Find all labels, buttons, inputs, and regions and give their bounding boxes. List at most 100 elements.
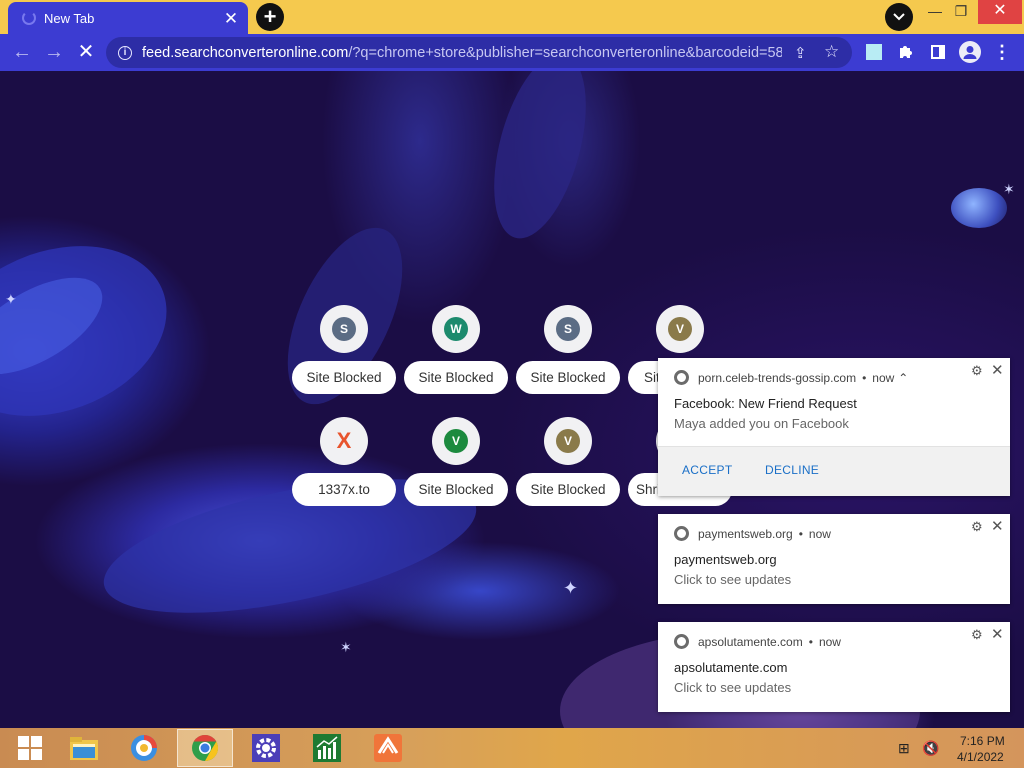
- profile-button[interactable]: [958, 40, 982, 64]
- sparkle-icon: ✦: [563, 578, 579, 598]
- notification-title: apsolutamente.com: [674, 660, 788, 675]
- windows-logo-icon: [18, 736, 42, 760]
- clock-time[interactable]: 7:16 PM: [960, 734, 1005, 748]
- shortcut-label: 1337x.to: [292, 473, 396, 506]
- browser-toolbar: ← → ✕ i feed.searchconverteronline.com/?…: [0, 34, 1024, 71]
- sparkle-icon: ✦: [5, 291, 17, 307]
- shortcut-tile[interactable]: S Site Blocked: [292, 305, 396, 405]
- shortcut-icon-circle: V: [656, 305, 704, 353]
- decorative-bubble: [951, 188, 1007, 228]
- menu-kebab-icon[interactable]: ⋮: [990, 40, 1014, 64]
- url-host: feed.searchconverteronline.com: [142, 44, 349, 61]
- sublime-app-icon: [374, 734, 402, 762]
- extension-square-icon: [866, 44, 882, 60]
- shortcut-label: Site Blocked: [292, 361, 396, 394]
- shortcut-letter-icon: S: [556, 317, 580, 341]
- chevron-up-icon[interactable]: ⌃: [898, 371, 908, 385]
- tab-close-icon[interactable]: ✕: [220, 10, 242, 27]
- avatar-icon: [959, 41, 981, 63]
- shortcut-icon-circle: S: [320, 305, 368, 353]
- start-button[interactable]: [2, 729, 58, 767]
- sparkle-icon: ✶: [340, 639, 352, 655]
- site-info-icon[interactable]: i: [118, 45, 132, 60]
- shortcut-label: Site Blocked: [404, 361, 508, 394]
- separator-dot: •: [862, 370, 867, 385]
- volume-muted-icon[interactable]: 🔇: [922, 740, 939, 757]
- side-panel-icon: [931, 45, 945, 59]
- bookmark-star-icon[interactable]: ☆: [824, 42, 839, 62]
- notification-header: porn.celeb-trends-gossip.com • now ⌃: [674, 370, 908, 385]
- clock-date[interactable]: 4/1/2022: [957, 750, 1004, 764]
- network-icon[interactable]: ⊞: [898, 740, 910, 757]
- file-explorer-icon: [70, 737, 98, 760]
- shortcut-label: Site Blocked: [404, 473, 508, 506]
- background-swirl: [476, 71, 604, 249]
- extension-button[interactable]: [862, 40, 886, 64]
- chrome-icon: [674, 370, 689, 385]
- taskbar: ⊞ 🔇 7:16 PM 4/1/2022: [0, 728, 1024, 768]
- chrome-icon: [674, 634, 689, 649]
- shortcut-tile[interactable]: V Site Blocked: [404, 417, 508, 517]
- notification-site: apsolutamente.com: [698, 634, 803, 649]
- new-tab-button[interactable]: +: [256, 3, 284, 31]
- shortcut-tile[interactable]: V Site Blocked: [516, 417, 620, 517]
- shortcut-label: Site Blocked: [516, 473, 620, 506]
- notification-header: apsolutamente.com • now: [674, 634, 841, 649]
- shortcut-letter-icon: V: [668, 317, 692, 341]
- browser-app-button[interactable]: [116, 729, 172, 767]
- file-explorer-button[interactable]: [56, 729, 112, 767]
- notification-settings-gear-icon[interactable]: ⚙: [971, 627, 983, 643]
- shortcut-icon-circle: V: [544, 417, 592, 465]
- notification-close-icon[interactable]: ✕: [991, 625, 1004, 643]
- separator-dot: •: [798, 526, 803, 541]
- notification-card[interactable]: porn.celeb-trends-gossip.com • now ⌃ ⚙ ✕…: [658, 358, 1010, 496]
- url-path: /?q=chrome+store&publisher=searchconvert…: [348, 44, 782, 61]
- notification-card[interactable]: apsolutamente.com • now ⚙ ✕ apsolutament…: [658, 622, 1010, 712]
- tab-new-tab[interactable]: New Tab ✕: [8, 2, 248, 34]
- chrome-icon: [192, 734, 219, 762]
- accept-button[interactable]: ACCEPT: [682, 463, 732, 477]
- decline-button[interactable]: DECLINE: [765, 463, 819, 477]
- stock-chart-app-icon: [313, 734, 341, 762]
- share-icon[interactable]: ⇪: [794, 44, 807, 62]
- new-tab-page: ✶ ✦ ✦ ✶ S Site Blocked W Site Blocked S …: [0, 71, 1024, 728]
- url-text[interactable]: feed.searchconverteronline.com/?q=chrome…: [142, 45, 782, 61]
- forward-button[interactable]: →: [40, 38, 68, 66]
- notification-settings-gear-icon[interactable]: ⚙: [971, 519, 983, 535]
- notification-close-icon[interactable]: ✕: [991, 517, 1004, 535]
- shortcut-letter-icon: W: [444, 317, 468, 341]
- address-bar[interactable]: i feed.searchconverteronline.com/?q=chro…: [106, 37, 852, 68]
- tab-search-button[interactable]: [885, 3, 913, 31]
- shortcut-icon-circle: W: [432, 305, 480, 353]
- shortcut-icon-circle: S: [544, 305, 592, 353]
- sublime-app-button[interactable]: [360, 729, 416, 767]
- chrome-taskbar-button[interactable]: [177, 729, 233, 767]
- notification-time: now: [818, 634, 841, 649]
- shortcut-letter-icon: S: [332, 317, 356, 341]
- notification-settings-gear-icon[interactable]: ⚙: [971, 363, 983, 379]
- tab-title: New Tab: [44, 10, 95, 26]
- settings-app-icon: [252, 734, 280, 762]
- shortcut-icon-circle: V: [432, 417, 480, 465]
- notification-title: Facebook: New Friend Request: [674, 396, 857, 411]
- back-button[interactable]: ←: [8, 38, 36, 66]
- stock-chart-app-button[interactable]: [299, 729, 355, 767]
- stop-loading-button[interactable]: ✕: [72, 38, 100, 66]
- notification-actions: ACCEPT DECLINE: [658, 446, 1010, 496]
- notification-card[interactable]: paymentsweb.org • now ⚙ ✕ paymentsweb.or…: [658, 514, 1010, 604]
- notification-site: porn.celeb-trends-gossip.com: [698, 370, 857, 385]
- shortcut-tile[interactable]: W Site Blocked: [404, 305, 508, 405]
- sparkle-icon: ✶: [1003, 181, 1015, 197]
- shortcut-tile[interactable]: X 1337x.to: [292, 417, 396, 517]
- settings-app-button[interactable]: [238, 729, 294, 767]
- x-logo-icon: X: [336, 428, 352, 453]
- side-panel-button[interactable]: [926, 40, 950, 64]
- window-close-button[interactable]: ✕: [978, 0, 1022, 24]
- shortcut-tile[interactable]: S Site Blocked: [516, 305, 620, 405]
- restore-button[interactable]: ❐: [946, 0, 976, 24]
- extensions-puzzle-icon[interactable]: [894, 40, 918, 64]
- shortcut-letter-icon: V: [556, 429, 580, 453]
- notification-site: paymentsweb.org: [698, 526, 793, 541]
- notification-body: Click to see updates: [674, 680, 792, 695]
- notification-close-icon[interactable]: ✕: [991, 361, 1004, 379]
